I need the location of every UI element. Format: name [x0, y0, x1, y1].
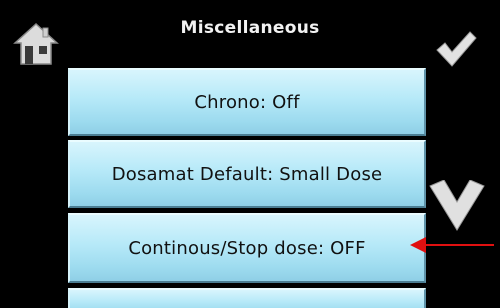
page-title: Miscellaneous — [180, 18, 320, 38]
continuous-stop-dose-button-label: Continous/Stop dose: OFF — [128, 237, 366, 259]
dosamat-default-button[interactable]: Dosamat Default: Small Dose — [68, 140, 426, 208]
continuous-stop-dose-button[interactable]: Continous/Stop dose: OFF — [68, 213, 426, 283]
home-icon[interactable] — [13, 22, 59, 66]
checkmark-icon[interactable] — [434, 30, 478, 68]
partial-menu-button[interactable] — [68, 288, 426, 308]
dosamat-default-button-label: Dosamat Default: Small Dose — [111, 163, 383, 185]
chrono-button[interactable]: Chrono: Off — [68, 68, 426, 136]
chrono-button-label: Chrono: Off — [194, 91, 300, 113]
annotation-arrow-line — [424, 244, 494, 246]
touch-screen: Miscellaneous Chrono: Off Dosamat Defaul… — [0, 0, 500, 308]
chevron-down-icon[interactable] — [428, 179, 486, 232]
